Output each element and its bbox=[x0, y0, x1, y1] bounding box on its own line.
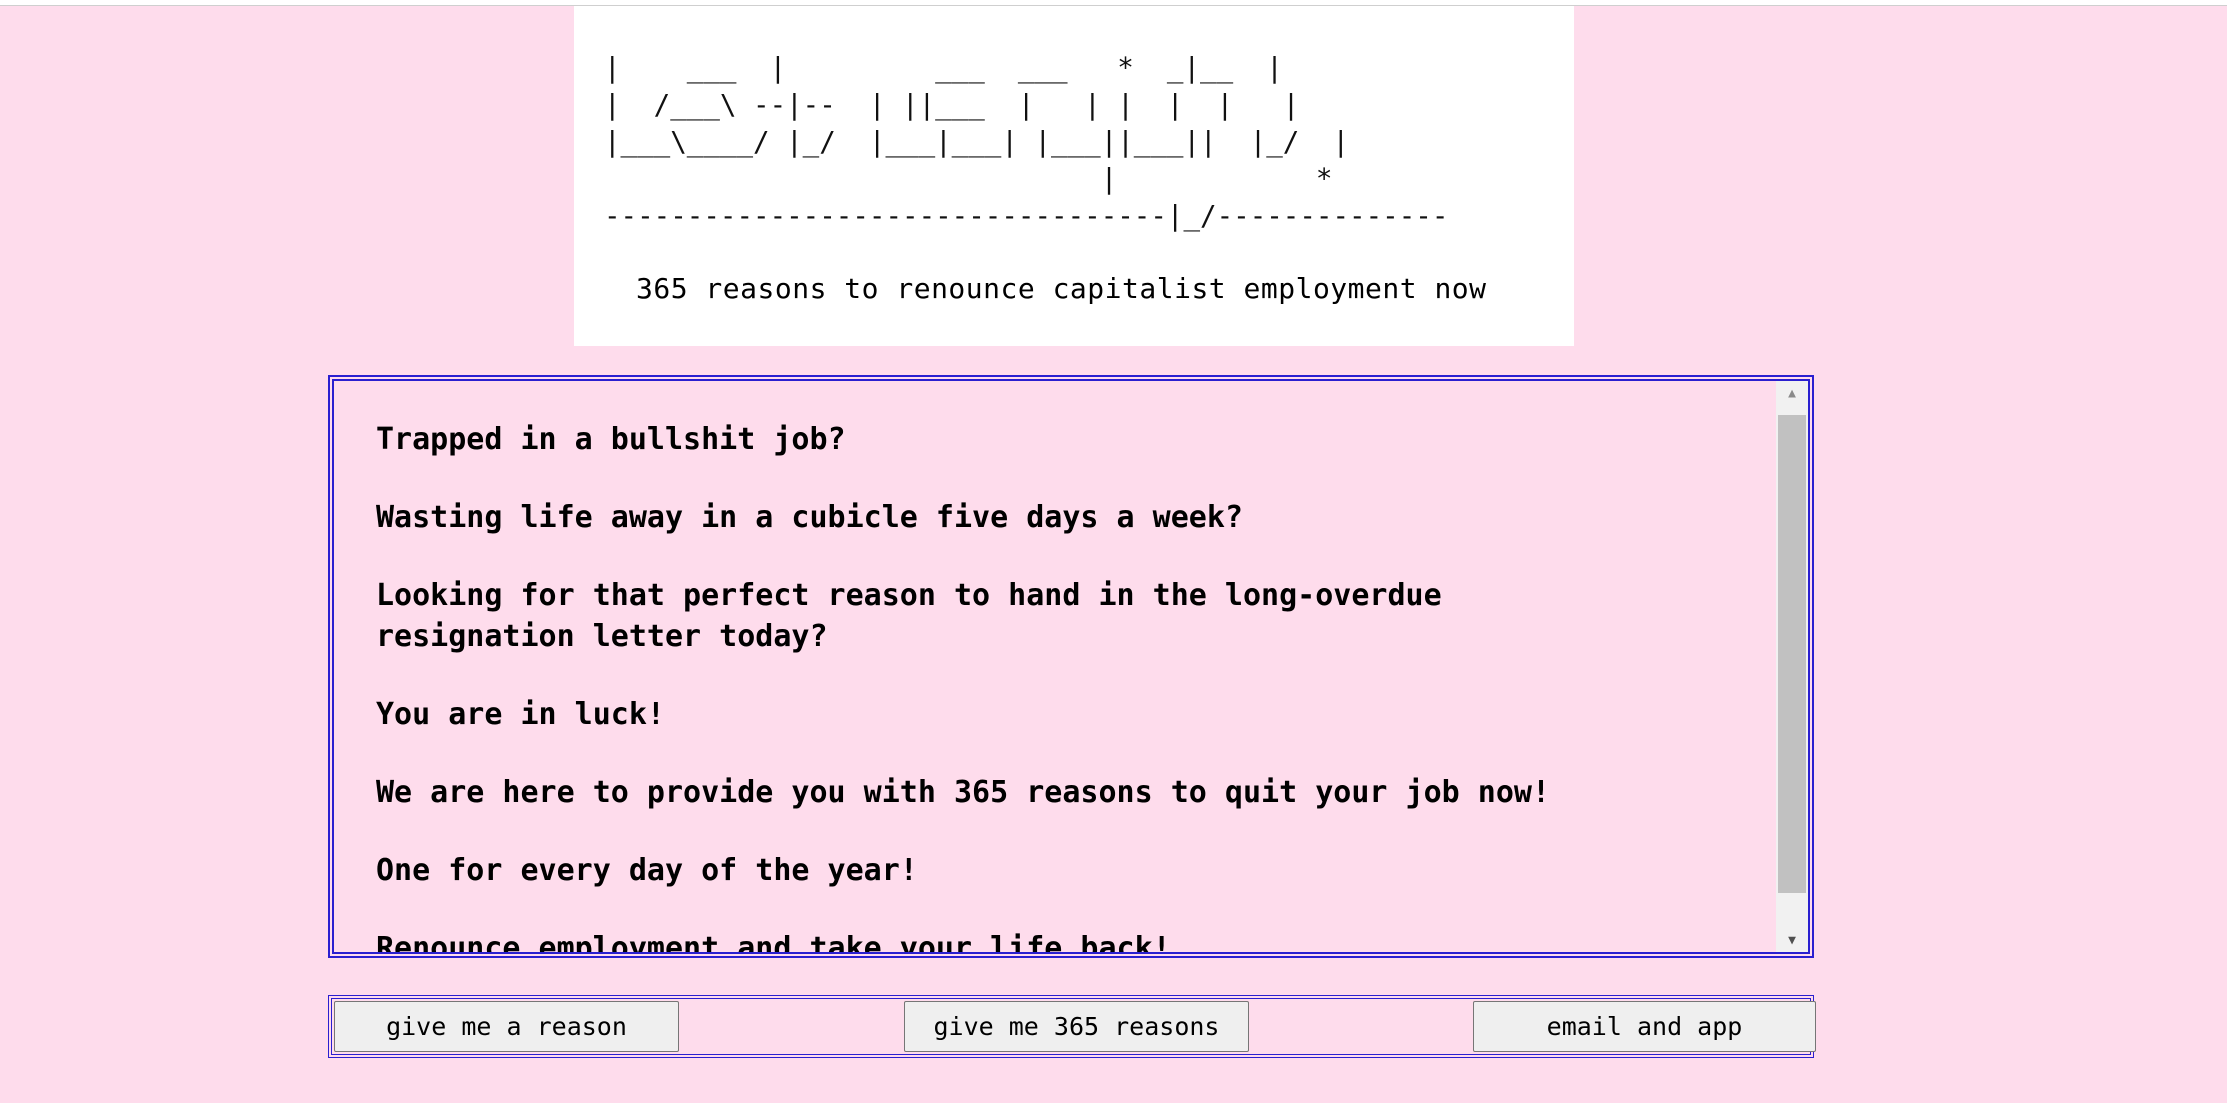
ascii-logo: | ___ | ___ ___ * _|__ | | /___\ --|-- |… bbox=[604, 52, 1449, 232]
site-subtitle: 365 reasons to renounce capitalist emplo… bbox=[636, 272, 1487, 305]
button-bar: give me a reason give me 365 reasons ema… bbox=[328, 995, 1816, 1058]
message-line: One for every day of the year! bbox=[376, 853, 918, 888]
message-text-area[interactable]: Trapped in a bullshit job? Wasting life … bbox=[334, 381, 1776, 952]
message-box: Trapped in a bullshit job? Wasting life … bbox=[328, 375, 1814, 958]
vertical-scrollbar[interactable]: ▲ ▼ bbox=[1776, 381, 1808, 952]
email-and-app-button[interactable]: email and app bbox=[1473, 1001, 1816, 1052]
message-line: We are here to provide you with 365 reas… bbox=[376, 775, 1550, 810]
message-line: Wasting life away in a cubicle five days… bbox=[376, 500, 1243, 535]
message-line: You are in luck! bbox=[376, 697, 665, 732]
give-365-reasons-button[interactable]: give me 365 reasons bbox=[904, 1001, 1249, 1052]
message-line: Looking for that perfect reason to hand … bbox=[376, 578, 1442, 654]
scroll-thumb[interactable] bbox=[1778, 415, 1806, 893]
scroll-down-arrow-icon[interactable]: ▼ bbox=[1776, 928, 1808, 952]
message-line: Renounce employment and take your life b… bbox=[376, 931, 1171, 952]
scroll-up-arrow-icon[interactable]: ▲ bbox=[1776, 381, 1808, 405]
message-line: Trapped in a bullshit job? bbox=[376, 422, 846, 457]
give-reason-button[interactable]: give me a reason bbox=[334, 1001, 679, 1052]
header-card: | ___ | ___ ___ * _|__ | | /___\ --|-- |… bbox=[574, 6, 1574, 346]
